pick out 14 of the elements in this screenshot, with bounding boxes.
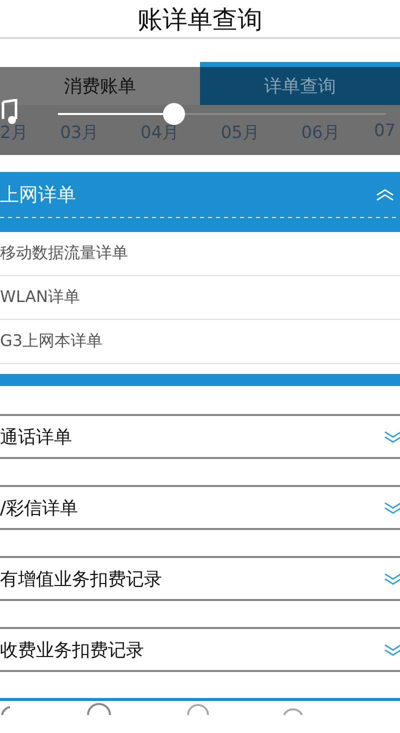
section-row[interactable]: 通话详单 — [0, 414, 400, 459]
page-title: 账详单查询 — [138, 4, 262, 36]
chevron-down-icon — [384, 502, 400, 514]
chevron-down-icon — [384, 644, 400, 656]
section-header[interactable]: 上网详单 — [0, 172, 400, 232]
section-row[interactable]: 有增值业务扣费记录 — [0, 556, 400, 601]
slider-thumb[interactable] — [162, 103, 184, 125]
section-row[interactable]: /彩信详单 — [0, 485, 400, 530]
chevron-down-icon — [384, 572, 400, 584]
section-row[interactable]: 收费业务扣费记录 — [0, 627, 400, 672]
tab[interactable]: 详单查询 — [200, 62, 400, 105]
music-note-icon — [0, 99, 18, 125]
chevron-down-icon — [384, 430, 400, 442]
chevron-up-icon — [376, 189, 394, 201]
